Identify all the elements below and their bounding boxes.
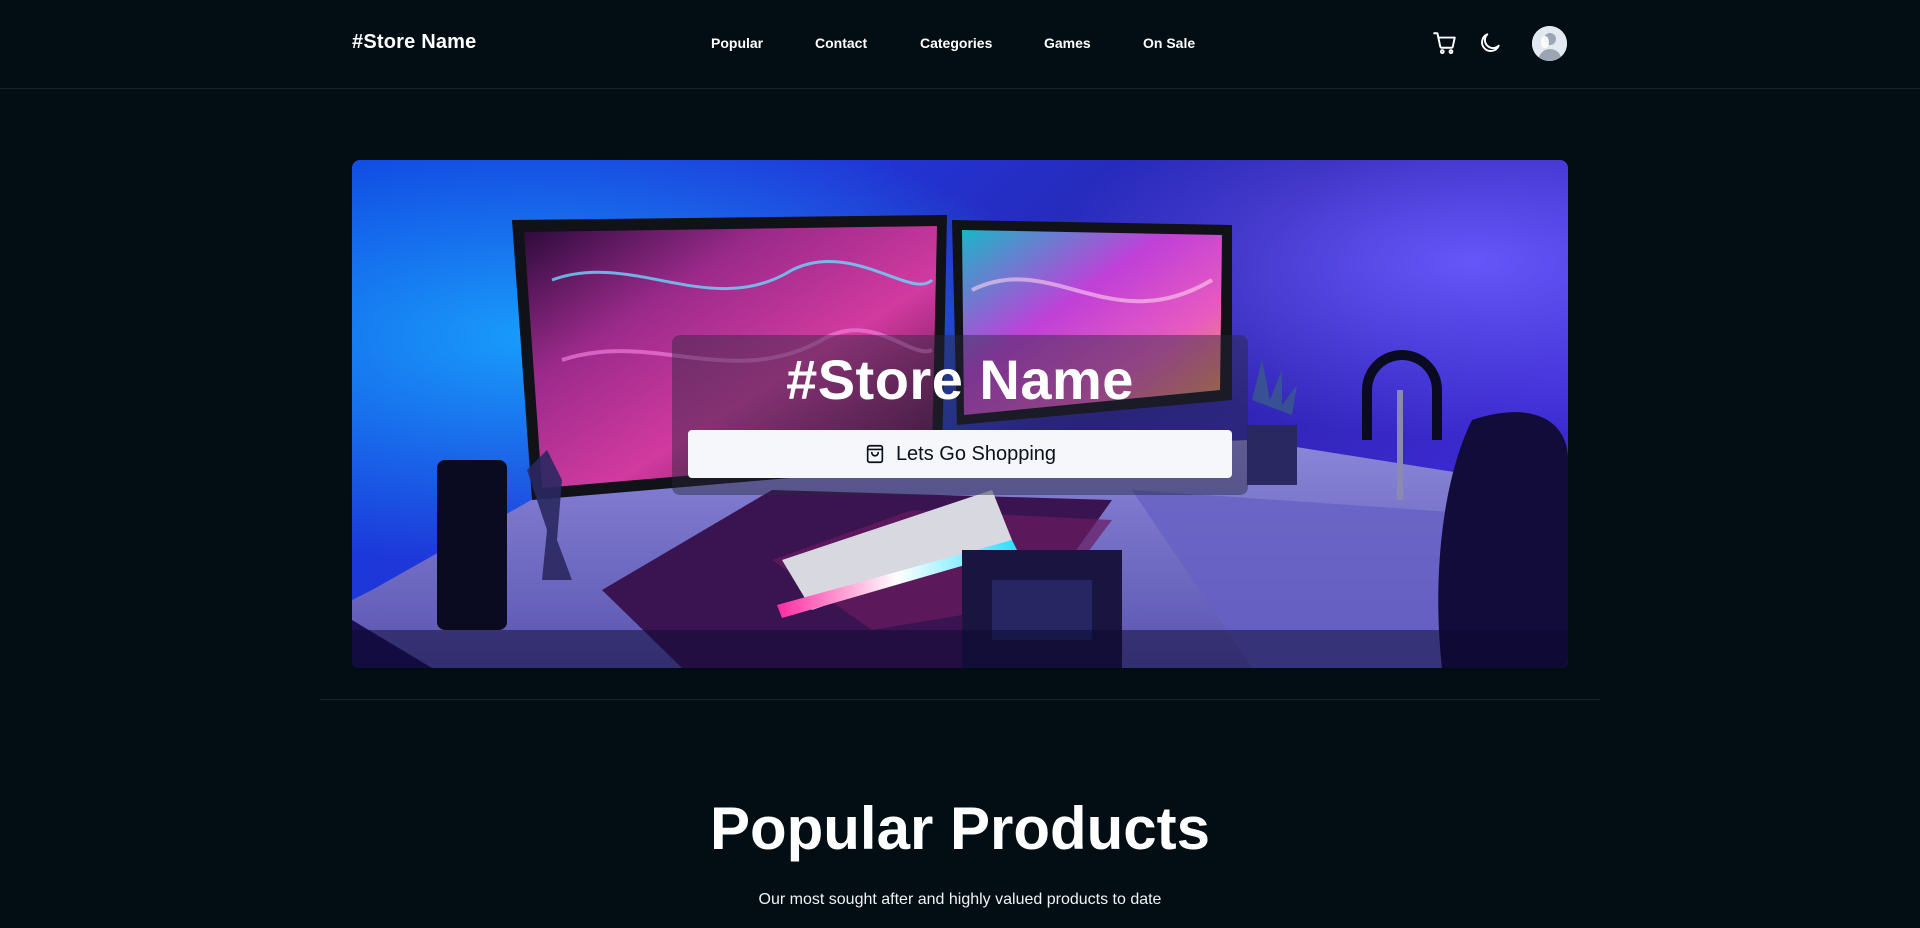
- popular-products-subtitle: Our most sought after and highly valued …: [758, 891, 1162, 908]
- hero-banner: #Store Name Lets Go Shopping: [352, 160, 1568, 668]
- lets-go-shopping-button[interactable]: Lets Go Shopping: [688, 430, 1232, 478]
- nav-contact[interactable]: Contact: [815, 35, 867, 51]
- user-avatar-icon: [1532, 26, 1567, 61]
- theme-toggle-button[interactable]: [1477, 30, 1503, 56]
- moon-icon: [1481, 33, 1500, 52]
- hero-button-label: Lets Go Shopping: [895, 442, 1057, 465]
- main-nav: Popular Contact Categories Games On Sale: [0, 0, 1920, 89]
- top-navbar: #Store Name Popular Contact Categories G…: [0, 0, 1920, 89]
- nav-popular[interactable]: Popular: [711, 35, 763, 51]
- section-divider: [320, 699, 1600, 700]
- popular-products-title: Popular Products: [709, 795, 1211, 862]
- cart-icon: [1433, 32, 1456, 55]
- hero-overlay: #Store Name Lets Go Shopping: [672, 335, 1248, 495]
- nav-on-sale[interactable]: On Sale: [1143, 35, 1195, 51]
- nav-games[interactable]: Games: [1044, 35, 1091, 51]
- hero-title: #Store Name: [786, 348, 1134, 411]
- cart-button[interactable]: [1432, 30, 1458, 56]
- avatar[interactable]: [1532, 26, 1567, 61]
- shopping-bag-icon: [866, 444, 884, 464]
- nav-categories[interactable]: Categories: [920, 35, 992, 51]
